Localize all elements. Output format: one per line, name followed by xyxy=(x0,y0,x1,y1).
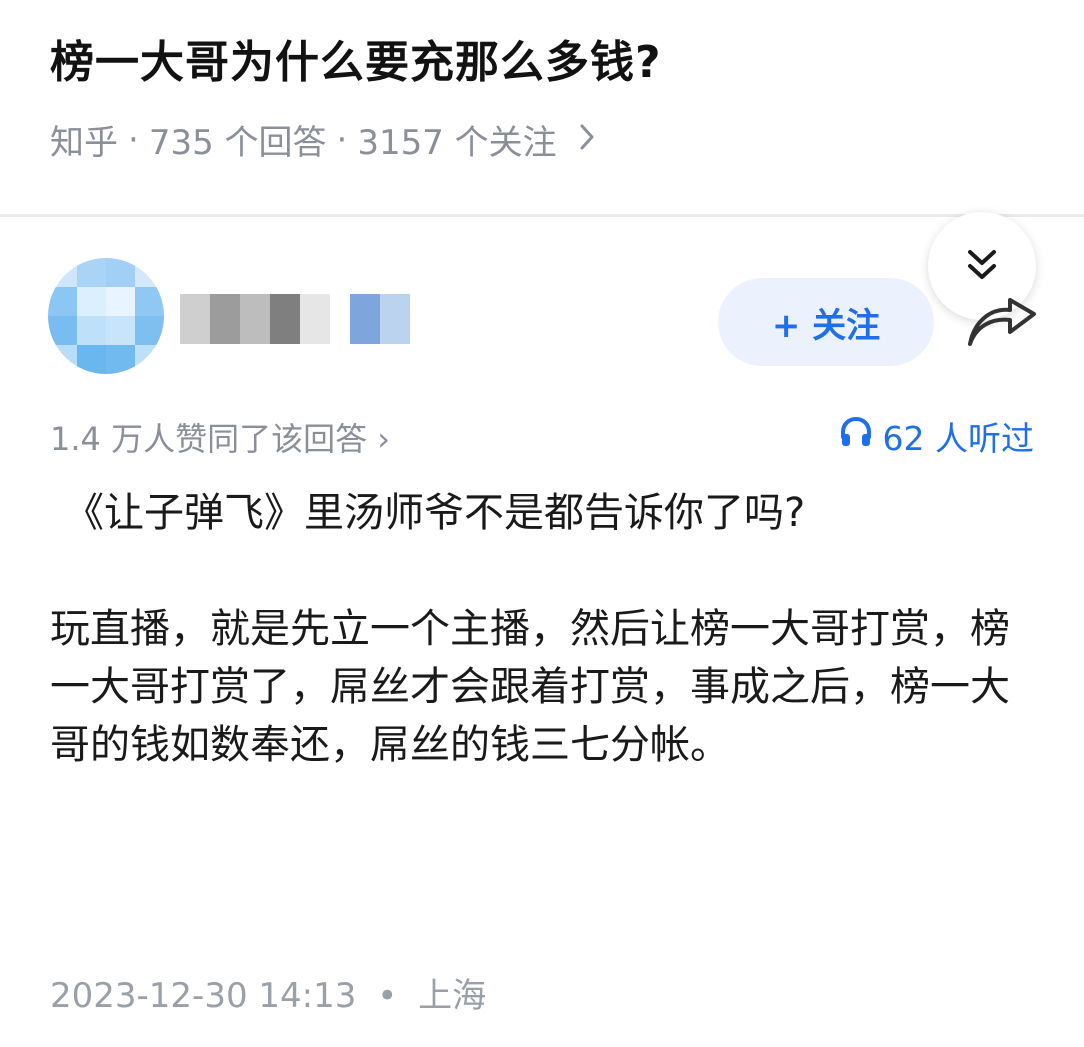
answer-paragraph: 玩直播，就是先立一个主播，然后让榜一大哥打赏，榜一大哥打赏了，屌丝才会跟着打赏，… xyxy=(50,606,1010,768)
answer-count: 735 个回答 xyxy=(148,123,327,163)
footer-separator: • xyxy=(377,976,398,1016)
follow-button[interactable]: + 关注 xyxy=(718,278,934,366)
double-chevron-down-icon xyxy=(962,244,1002,288)
answer-page: 榜一大哥为什么要充那么多钱? 知乎 · 735 个回答 · 3157 个关注 +… xyxy=(0,0,1084,1047)
answer-paragraph: 《让子弹飞》里汤师爷不是都告诉你了吗? xyxy=(64,490,806,536)
question-meta[interactable]: 知乎 · 735 个回答 · 3157 个关注 xyxy=(50,115,595,164)
follower-count: 3157 个关注 xyxy=(357,123,557,163)
source-label: 知乎 xyxy=(50,123,118,163)
meta-separator: · xyxy=(128,119,139,160)
chevron-right-icon xyxy=(579,120,595,160)
vote-count[interactable]: 1.4 万人赞同了该回答 › xyxy=(50,414,390,460)
answer-date: 2023-12-30 14:13 xyxy=(50,976,357,1016)
headphones-icon xyxy=(839,415,873,457)
meta-separator: · xyxy=(336,119,348,160)
question-title[interactable]: 榜一大哥为什么要充那么多钱? xyxy=(50,26,662,90)
listen-count: 62 人听过 xyxy=(882,419,1034,458)
section-divider xyxy=(0,214,1084,217)
answer-content[interactable]: 《让子弹飞》里汤师爷不是都告诉你了吗? 玩直播，就是先立一个主播，然后让榜一大哥… xyxy=(50,484,1040,774)
share-arrow-icon[interactable] xyxy=(966,296,1038,352)
answer-location: 上海 xyxy=(418,976,487,1016)
answer-footer: 2023-12-30 14:13 • 上海 xyxy=(50,968,486,1017)
author-name[interactable] xyxy=(180,294,410,344)
listen-button[interactable]: 62 人听过 xyxy=(839,412,1034,460)
avatar[interactable] xyxy=(48,258,164,374)
